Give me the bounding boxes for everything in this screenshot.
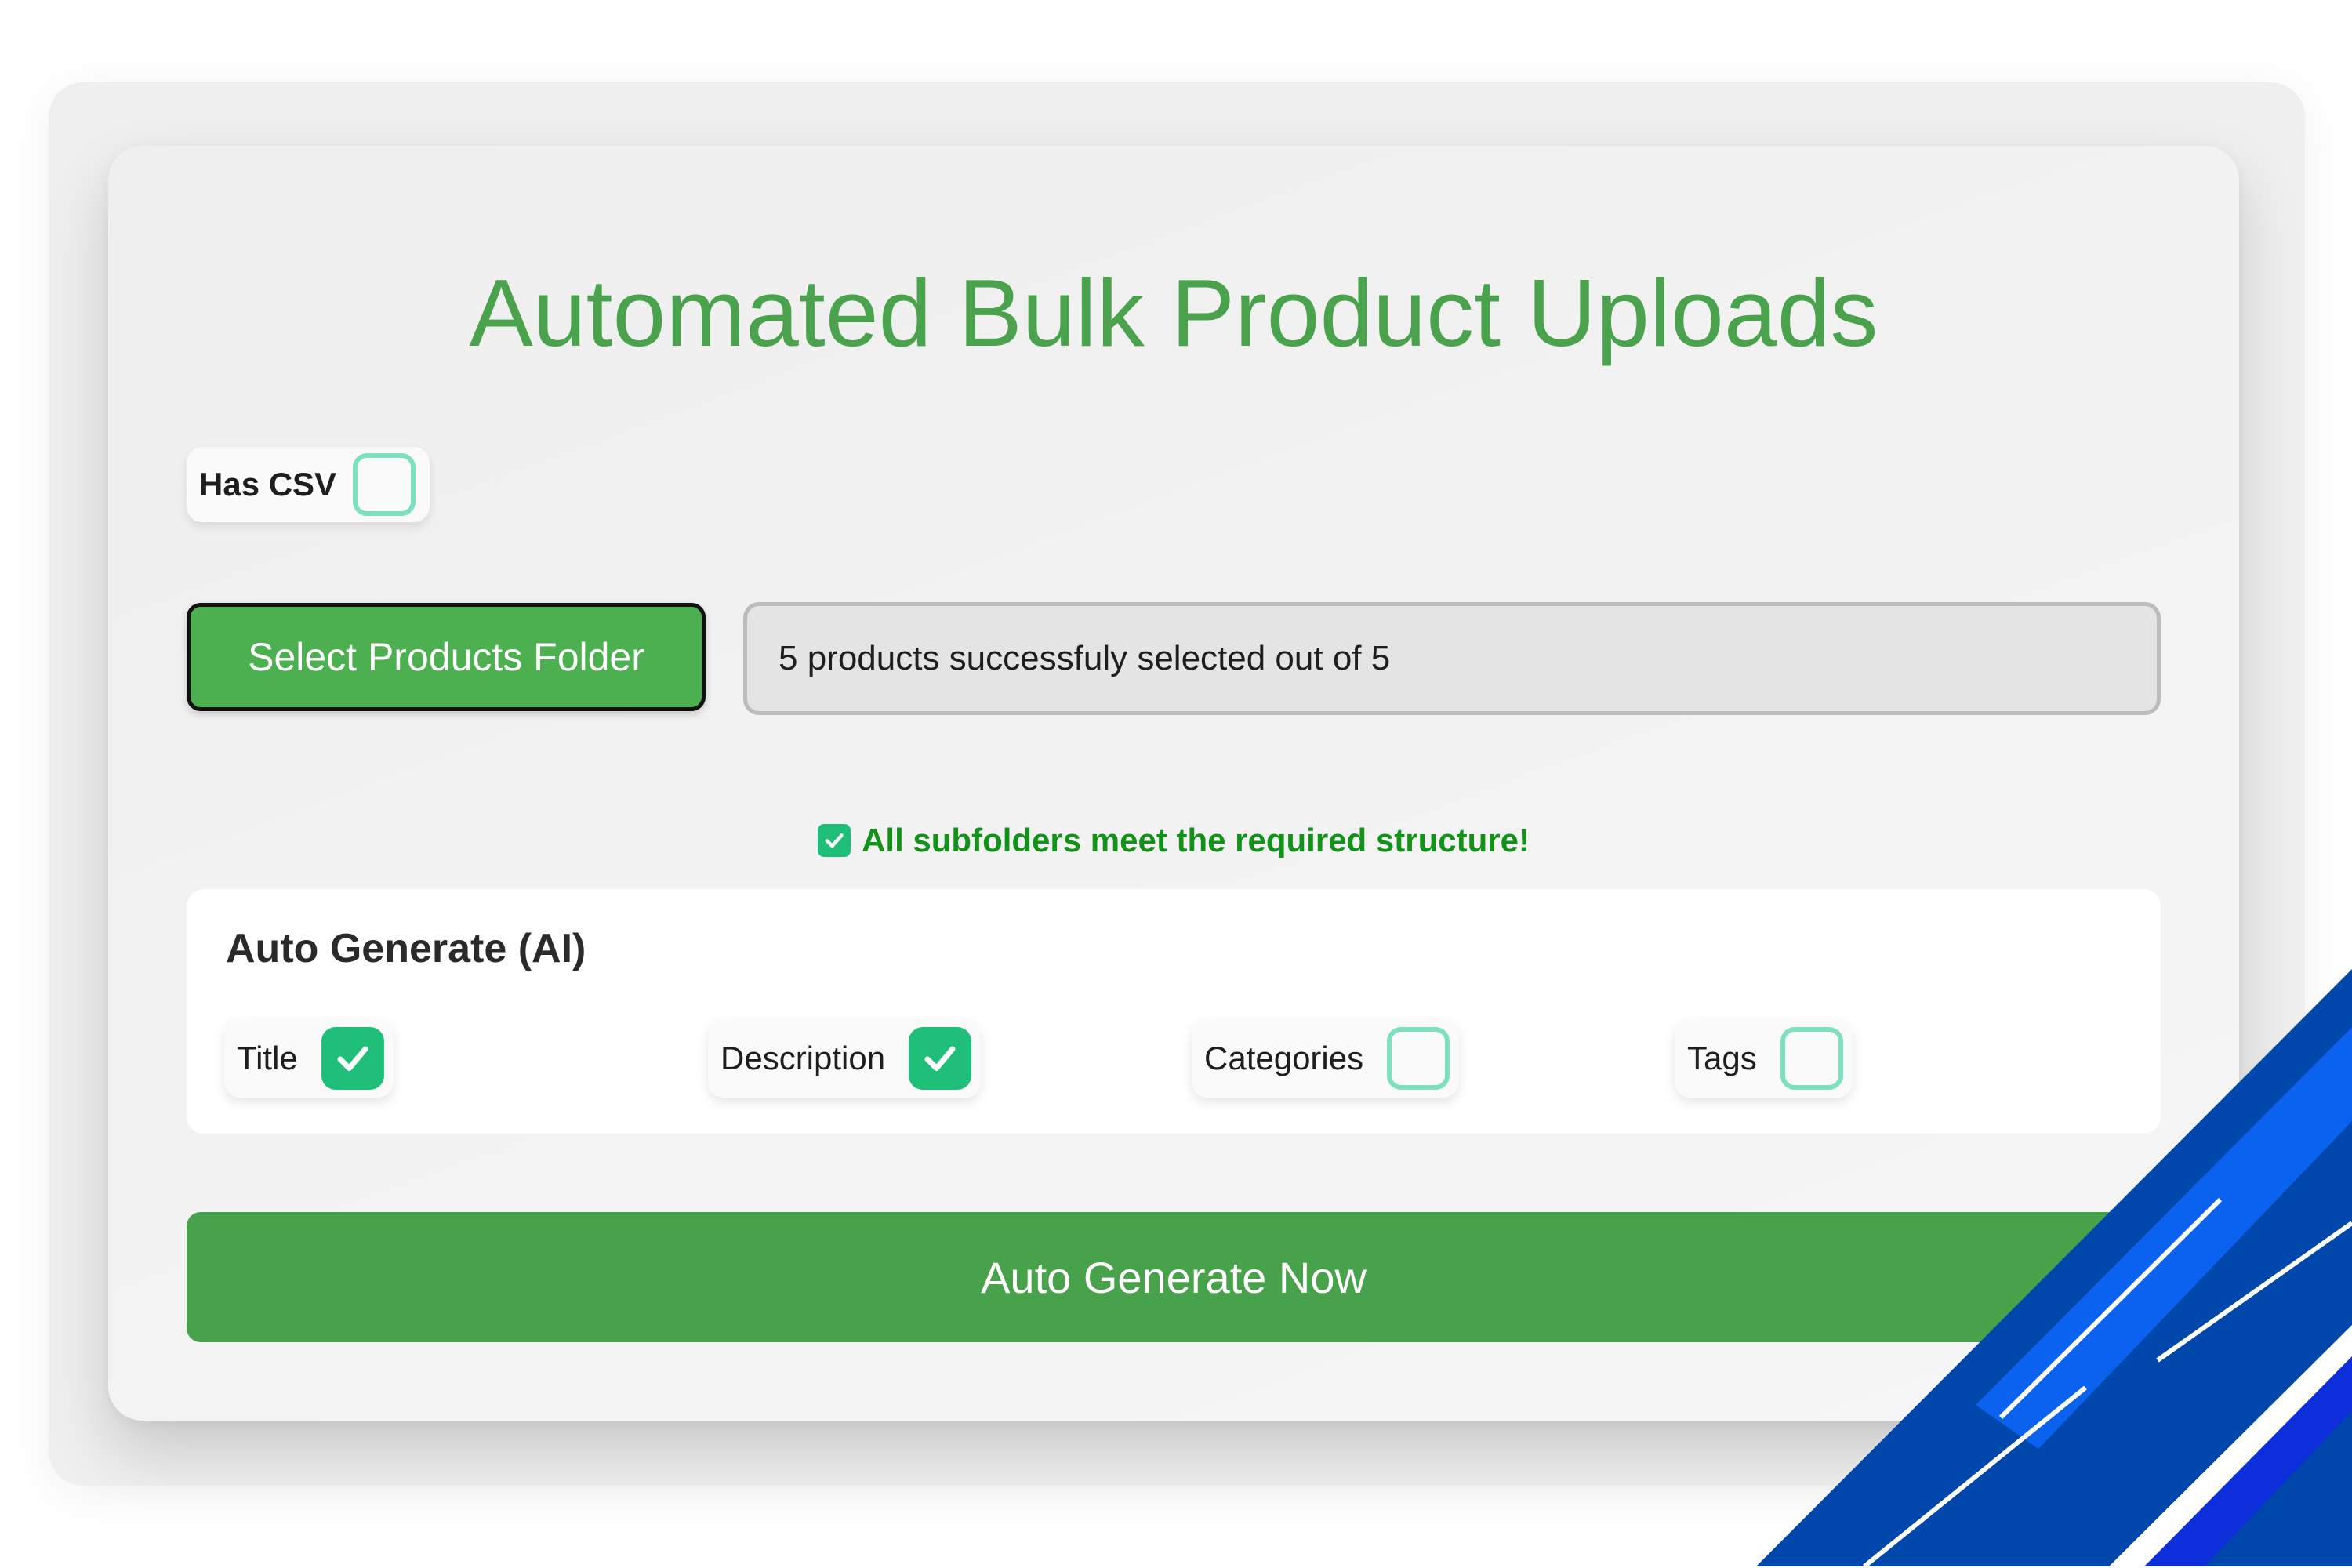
page-title: Automated Bulk Product Uploads [469,260,1878,366]
select-products-folder-button[interactable]: Select Products Folder [187,603,706,711]
has-csv-checkbox[interactable] [353,453,416,516]
validation-text: All subfolders meet the required structu… [862,822,1530,858]
option-categories-checkbox[interactable] [1387,1027,1450,1090]
folder-status-field: 5 products successfuly selected out of 5 [743,602,2161,715]
option-tags[interactable]: Tags [1675,1019,1853,1098]
option-tags-label: Tags [1687,1040,1757,1076]
upload-card: Automated Bulk Product Uploads Has CSV S… [108,146,2239,1421]
validation-message: All subfolders meet the required structu… [108,822,2239,859]
option-categories[interactable]: Categories [1192,1019,1460,1098]
auto-generate-now-button[interactable]: Auto Generate Now [187,1212,2161,1342]
has-csv-label: Has CSV [199,466,337,503]
screen: Automated Bulk Product Uploads Has CSV S… [0,0,2352,1568]
auto-generate-title: Auto Generate (AI) [226,926,586,971]
option-categories-label: Categories [1204,1040,1364,1076]
check-square-icon [818,824,851,857]
option-title[interactable]: Title [224,1019,394,1098]
option-description-checkbox[interactable] [909,1027,972,1090]
check-icon [337,1046,368,1071]
option-tags-checkbox[interactable] [1780,1027,1843,1090]
option-title-checkbox[interactable] [321,1027,384,1090]
option-title-label: Title [237,1040,298,1076]
option-description-label: Description [720,1040,886,1076]
option-description[interactable]: Description [708,1019,982,1098]
check-icon [924,1046,956,1071]
has-csv-toggle[interactable]: Has CSV [187,447,430,522]
auto-generate-panel: Auto Generate (AI) Title Description Cat… [187,889,2161,1134]
